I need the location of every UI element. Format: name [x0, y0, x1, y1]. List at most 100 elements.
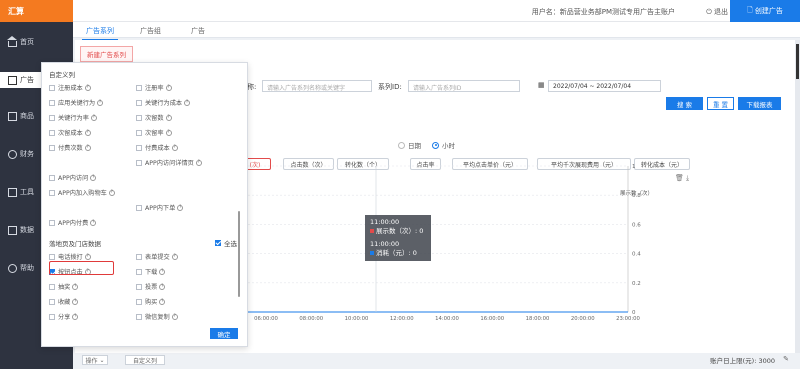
bottom-bar: 操作 ⌄ 自定义列 账户日上限(元): 3000 ✎	[75, 355, 795, 369]
column-checkbox[interactable]: 关键行为成本?	[136, 98, 191, 107]
daily-limit-text: 账户日上限(元): 3000	[710, 357, 775, 365]
help-icon[interactable]: ?	[84, 144, 91, 151]
column-checkbox[interactable]: 注册率?	[136, 83, 172, 92]
x-tick-label: 14:00:00	[435, 316, 459, 322]
help-icon[interactable]: ?	[84, 84, 91, 91]
custom-columns-button[interactable]: 自定义列	[125, 355, 165, 365]
highlight-box	[49, 261, 114, 275]
panel-scrollbar[interactable]	[238, 211, 240, 297]
name-search-input[interactable]: 请输入广告系列名称或关键字	[262, 80, 372, 92]
x-tick-label: 06:00:00	[254, 316, 278, 322]
help-icon[interactable]: ?	[165, 129, 172, 136]
new-series-button[interactable]: 新建广告系列	[80, 46, 133, 62]
help-icon[interactable]: ?	[72, 283, 79, 290]
sidebar-item-home[interactable]: 首页	[0, 34, 73, 50]
help-icon[interactable]: ?	[159, 268, 166, 275]
column-checkbox[interactable]: APP内访问详情页?	[136, 158, 202, 167]
column-checkbox[interactable]: APP内付费?	[49, 218, 97, 227]
column-checkbox[interactable]: 付费成本?	[136, 143, 178, 152]
x-tick-label: 20:00:00	[571, 316, 595, 322]
radio-day[interactable]: 日期	[398, 140, 421, 150]
cart-icon	[8, 111, 17, 121]
help-icon[interactable]: ?	[84, 129, 91, 136]
calendar-icon: ▦	[538, 81, 545, 89]
radio-hour[interactable]: 小时	[432, 140, 455, 150]
y-tick-label: 0.4	[632, 252, 641, 258]
column-checkbox[interactable]: 投票?	[136, 282, 166, 291]
column-checkbox[interactable]: 微信复制?	[136, 312, 178, 321]
reset-button[interactable]: 重 置	[707, 97, 734, 110]
panel-title: 自定义列	[49, 71, 75, 79]
checkbox-label: 次留成本	[58, 130, 83, 137]
tab-bar: 广告系列 广告组 广告	[73, 22, 800, 41]
search-button[interactable]: 搜 索	[666, 97, 703, 110]
column-checkbox[interactable]: 下载?	[136, 267, 166, 276]
help-icon[interactable]: ?	[72, 313, 79, 320]
column-checkbox[interactable]: 注册成本?	[49, 83, 91, 92]
download-report-button[interactable]: 下载报表	[738, 97, 781, 110]
column-checkbox[interactable]: 表单提交?	[136, 252, 178, 261]
column-checkbox[interactable]: 付费次数?	[49, 143, 91, 152]
checkbox-label: 关键行为成本	[145, 100, 183, 107]
confirm-button[interactable]: 确定	[210, 328, 238, 339]
help-icon[interactable]: ?	[171, 313, 178, 320]
column-checkbox[interactable]: 应用关键行为?	[49, 98, 104, 107]
column-checkbox[interactable]: 抽奖?	[49, 282, 79, 291]
action-dropdown[interactable]: 操作 ⌄	[82, 355, 108, 365]
checkbox-label: 付费次数	[58, 145, 83, 152]
download-icon[interactable]: ⤓	[686, 174, 689, 183]
edit-icon[interactable]: ✎	[783, 355, 789, 363]
column-checkbox[interactable]: 分享?	[49, 312, 79, 321]
create-ad-button[interactable]: 🗋 创建广告	[730, 0, 800, 22]
y-tick-label: 0.6	[632, 222, 641, 228]
checkbox-label: 投票	[145, 284, 158, 291]
checkbox-label: 次留数	[145, 115, 164, 122]
help-icon[interactable]: ?	[97, 99, 104, 106]
tab-series[interactable]: 广告系列	[82, 26, 118, 41]
column-checkbox[interactable]: 购买?	[136, 297, 166, 306]
delete-icon[interactable]: 🗑	[675, 174, 684, 182]
checkbox-label: 关键行为率	[58, 115, 89, 122]
checkbox-label: 付费成本	[145, 145, 170, 152]
help-icon[interactable]: ?	[195, 159, 202, 166]
help-icon[interactable]: ?	[184, 99, 191, 106]
help-icon[interactable]: ?	[171, 253, 178, 260]
brand-logo: 汇算	[0, 0, 73, 22]
checkbox-label: 购买	[145, 299, 158, 306]
home-icon	[7, 35, 17, 47]
date-range-input[interactable]: 2022/07/04 ~ 2022/07/04	[548, 80, 661, 92]
column-checkbox[interactable]: 关键行为率?	[49, 113, 97, 122]
page-scrollbar[interactable]	[795, 40, 800, 353]
column-checkbox[interactable]: 次留率?	[136, 128, 172, 137]
column-checkbox[interactable]: 次留成本?	[49, 128, 91, 137]
column-checkbox[interactable]: APP内访问?	[49, 173, 97, 182]
help-icon[interactable]: ?	[90, 219, 97, 226]
help-icon[interactable]: ?	[159, 298, 166, 305]
column-checkbox[interactable]: APP内加入购物车?	[49, 188, 115, 197]
column-checkbox[interactable]: 收藏?	[49, 297, 79, 306]
id-search-input[interactable]: 请输入广告系列ID	[408, 80, 520, 92]
select-all-checkbox[interactable]: 全选	[215, 238, 237, 248]
tab-ad[interactable]: 广告	[191, 26, 205, 36]
y-tick-label: 1	[632, 164, 636, 170]
help-icon[interactable]: ?	[171, 144, 178, 151]
column-checkbox[interactable]: 次留数?	[136, 113, 172, 122]
checkbox-label: APP内下单	[145, 205, 176, 212]
help-icon[interactable]: ?	[90, 114, 97, 121]
chart-icon	[8, 225, 17, 235]
help-icon[interactable]: ?	[159, 283, 166, 290]
id-label: 系列ID:	[378, 83, 402, 91]
custom-columns-panel: 自定义列 注册成本? 注册率? 应用关键行为? 关键行为成本? 关键行为率? 次留数? 次留…	[41, 62, 248, 347]
help-icon[interactable]: ?	[72, 298, 79, 305]
column-checkbox[interactable]: APP内下单?	[136, 203, 184, 212]
logout-link[interactable]: ⏻ 退出	[706, 7, 728, 17]
help-icon[interactable]: ?	[108, 189, 115, 196]
help-icon[interactable]: ?	[165, 84, 172, 91]
x-tick-label: 23:00:00	[616, 316, 640, 322]
column-checkbox[interactable]: 电话拨打?	[49, 252, 91, 261]
help-icon[interactable]: ?	[84, 253, 91, 260]
tab-group[interactable]: 广告组	[140, 26, 161, 36]
help-icon[interactable]: ?	[177, 204, 184, 211]
help-icon[interactable]: ?	[90, 174, 97, 181]
help-icon[interactable]: ?	[165, 114, 172, 121]
